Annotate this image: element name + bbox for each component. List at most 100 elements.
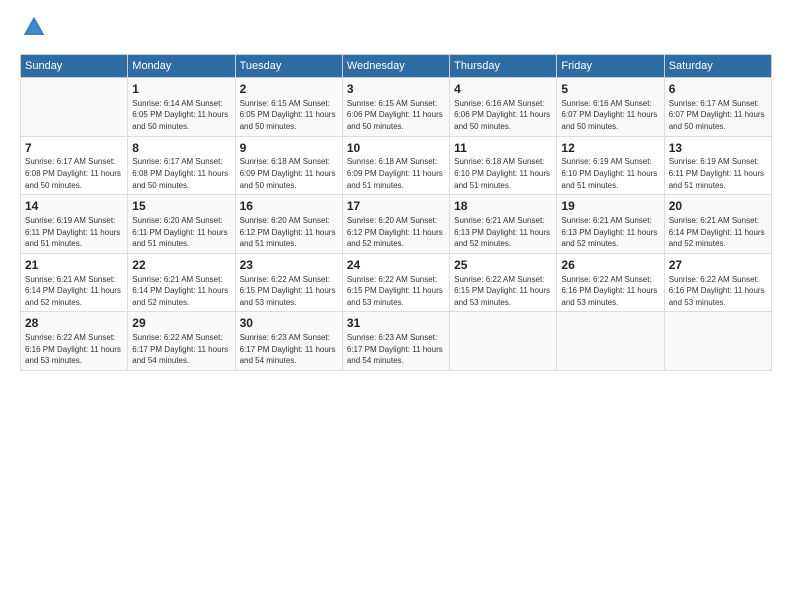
calendar-table: SundayMondayTuesdayWednesdayThursdayFrid…	[20, 54, 772, 371]
calendar-cell: 12Sunrise: 6:19 AM Sunset: 6:10 PM Dayli…	[557, 136, 664, 195]
cell-info: Sunrise: 6:14 AM Sunset: 6:05 PM Dayligh…	[132, 98, 230, 133]
day-number: 26	[561, 257, 659, 274]
day-number: 16	[240, 198, 338, 215]
cell-info: Sunrise: 6:21 AM Sunset: 6:14 PM Dayligh…	[25, 274, 123, 309]
day-number: 27	[669, 257, 767, 274]
day-number: 21	[25, 257, 123, 274]
calendar-cell: 24Sunrise: 6:22 AM Sunset: 6:15 PM Dayli…	[342, 253, 449, 312]
calendar-cell: 29Sunrise: 6:22 AM Sunset: 6:17 PM Dayli…	[128, 312, 235, 371]
cell-info: Sunrise: 6:23 AM Sunset: 6:17 PM Dayligh…	[347, 332, 445, 367]
calendar-cell: 10Sunrise: 6:18 AM Sunset: 6:09 PM Dayli…	[342, 136, 449, 195]
header	[20, 15, 772, 44]
cell-info: Sunrise: 6:20 AM Sunset: 6:12 PM Dayligh…	[347, 215, 445, 250]
day-number: 24	[347, 257, 445, 274]
cell-info: Sunrise: 6:21 AM Sunset: 6:13 PM Dayligh…	[561, 215, 659, 250]
day-number: 28	[25, 315, 123, 332]
day-number: 30	[240, 315, 338, 332]
calendar-cell	[21, 78, 128, 137]
calendar-week-row: 7 Sunrise: 6:17 AM Sunset: 6:08 PM Daylig…	[21, 136, 772, 195]
cell-info: Sunrise: 6:22 AM Sunset: 6:16 PM Dayligh…	[25, 332, 123, 367]
calendar-cell: 21Sunrise: 6:21 AM Sunset: 6:14 PM Dayli…	[21, 253, 128, 312]
cell-info: Sunrise: 6:23 AM Sunset: 6:17 PM Dayligh…	[240, 332, 338, 367]
day-number: 2	[240, 81, 338, 98]
calendar-cell	[557, 312, 664, 371]
calendar-week-row: 21Sunrise: 6:21 AM Sunset: 6:14 PM Dayli…	[21, 253, 772, 312]
day-number: 3	[347, 81, 445, 98]
calendar-cell: 2Sunrise: 6:15 AM Sunset: 6:05 PM Daylig…	[235, 78, 342, 137]
day-number: 13	[669, 140, 767, 157]
day-number: 17	[347, 198, 445, 215]
cell-info: Sunrise: 6:22 AM Sunset: 6:15 PM Dayligh…	[347, 274, 445, 309]
cell-info: Sunrise: 6:22 AM Sunset: 6:15 PM Dayligh…	[240, 274, 338, 309]
calendar-cell: 8Sunrise: 6:17 AM Sunset: 6:08 PM Daylig…	[128, 136, 235, 195]
logo-icon	[22, 15, 46, 39]
cell-info: Sunrise: 6:16 AM Sunset: 6:06 PM Dayligh…	[454, 98, 552, 133]
calendar-cell: 28Sunrise: 6:22 AM Sunset: 6:16 PM Dayli…	[21, 312, 128, 371]
day-number: 29	[132, 315, 230, 332]
calendar-header-row: SundayMondayTuesdayWednesdayThursdayFrid…	[21, 55, 772, 78]
calendar-cell: 7Sunrise: 6:17 AM Sunset: 6:08 PM Daylig…	[21, 136, 128, 195]
day-header-wednesday: Wednesday	[342, 55, 449, 78]
day-number: 12	[561, 140, 659, 157]
day-header-thursday: Thursday	[450, 55, 557, 78]
day-number: 6	[669, 81, 767, 98]
cell-info: Sunrise: 6:21 AM Sunset: 6:13 PM Dayligh…	[454, 215, 552, 250]
calendar-cell: 25Sunrise: 6:22 AM Sunset: 6:15 PM Dayli…	[450, 253, 557, 312]
calendar-cell: 9Sunrise: 6:18 AM Sunset: 6:09 PM Daylig…	[235, 136, 342, 195]
cell-info: Sunrise: 6:19 AM Sunset: 6:10 PM Dayligh…	[561, 156, 659, 191]
calendar-cell: 11Sunrise: 6:18 AM Sunset: 6:10 PM Dayli…	[450, 136, 557, 195]
day-header-sunday: Sunday	[21, 55, 128, 78]
calendar-week-row: 1Sunrise: 6:14 AM Sunset: 6:05 PM Daylig…	[21, 78, 772, 137]
calendar-cell: 14Sunrise: 6:19 AM Sunset: 6:11 PM Dayli…	[21, 195, 128, 254]
day-number: 22	[132, 257, 230, 274]
day-header-friday: Friday	[557, 55, 664, 78]
day-header-tuesday: Tuesday	[235, 55, 342, 78]
day-header-monday: Monday	[128, 55, 235, 78]
cell-info: Sunrise: 6:20 AM Sunset: 6:12 PM Dayligh…	[240, 215, 338, 250]
day-number: 7	[25, 140, 123, 157]
cell-info: Sunrise: 6:21 AM Sunset: 6:14 PM Dayligh…	[132, 274, 230, 309]
calendar-cell: 23Sunrise: 6:22 AM Sunset: 6:15 PM Dayli…	[235, 253, 342, 312]
calendar-cell: 15Sunrise: 6:20 AM Sunset: 6:11 PM Dayli…	[128, 195, 235, 254]
calendar-cell: 30Sunrise: 6:23 AM Sunset: 6:17 PM Dayli…	[235, 312, 342, 371]
cell-info: Sunrise: 6:18 AM Sunset: 6:10 PM Dayligh…	[454, 156, 552, 191]
calendar-cell: 5Sunrise: 6:16 AM Sunset: 6:07 PM Daylig…	[557, 78, 664, 137]
day-number: 20	[669, 198, 767, 215]
cell-info: Sunrise: 6:19 AM Sunset: 6:11 PM Dayligh…	[669, 156, 767, 191]
day-number: 10	[347, 140, 445, 157]
day-number: 31	[347, 315, 445, 332]
calendar-cell: 13Sunrise: 6:19 AM Sunset: 6:11 PM Dayli…	[664, 136, 771, 195]
page: SundayMondayTuesdayWednesdayThursdayFrid…	[0, 0, 792, 612]
calendar-cell: 18Sunrise: 6:21 AM Sunset: 6:13 PM Dayli…	[450, 195, 557, 254]
calendar-cell	[664, 312, 771, 371]
day-number: 8	[132, 140, 230, 157]
day-number: 19	[561, 198, 659, 215]
cell-info: Sunrise: 6:19 AM Sunset: 6:11 PM Dayligh…	[25, 215, 123, 250]
calendar-cell: 3Sunrise: 6:15 AM Sunset: 6:06 PM Daylig…	[342, 78, 449, 137]
calendar-cell: 20Sunrise: 6:21 AM Sunset: 6:14 PM Dayli…	[664, 195, 771, 254]
cell-info: Sunrise: 6:21 AM Sunset: 6:14 PM Dayligh…	[669, 215, 767, 250]
calendar-cell: 17Sunrise: 6:20 AM Sunset: 6:12 PM Dayli…	[342, 195, 449, 254]
calendar-cell	[450, 312, 557, 371]
cell-info: Sunrise: 6:22 AM Sunset: 6:16 PM Dayligh…	[561, 274, 659, 309]
cell-info: Sunrise: 6:17 AM Sunset: 6:08 PM Dayligh…	[132, 156, 230, 191]
day-number: 18	[454, 198, 552, 215]
calendar-cell: 1Sunrise: 6:14 AM Sunset: 6:05 PM Daylig…	[128, 78, 235, 137]
day-number: 4	[454, 81, 552, 98]
cell-info: Sunrise: 6:22 AM Sunset: 6:16 PM Dayligh…	[669, 274, 767, 309]
cell-info: Sunrise: 6:18 AM Sunset: 6:09 PM Dayligh…	[240, 156, 338, 191]
cell-info: Sunrise: 6:16 AM Sunset: 6:07 PM Dayligh…	[561, 98, 659, 133]
day-number: 14	[25, 198, 123, 215]
calendar-cell: 22Sunrise: 6:21 AM Sunset: 6:14 PM Dayli…	[128, 253, 235, 312]
logo	[20, 15, 46, 44]
cell-info: Sunrise: 6:22 AM Sunset: 6:17 PM Dayligh…	[132, 332, 230, 367]
day-number: 5	[561, 81, 659, 98]
calendar-week-row: 28Sunrise: 6:22 AM Sunset: 6:16 PM Dayli…	[21, 312, 772, 371]
calendar-week-row: 14Sunrise: 6:19 AM Sunset: 6:11 PM Dayli…	[21, 195, 772, 254]
calendar-cell: 27Sunrise: 6:22 AM Sunset: 6:16 PM Dayli…	[664, 253, 771, 312]
cell-info: Sunrise: 6:15 AM Sunset: 6:05 PM Dayligh…	[240, 98, 338, 133]
calendar-cell: 16Sunrise: 6:20 AM Sunset: 6:12 PM Dayli…	[235, 195, 342, 254]
day-header-saturday: Saturday	[664, 55, 771, 78]
cell-info: Sunrise: 6:18 AM Sunset: 6:09 PM Dayligh…	[347, 156, 445, 191]
calendar-cell: 6Sunrise: 6:17 AM Sunset: 6:07 PM Daylig…	[664, 78, 771, 137]
